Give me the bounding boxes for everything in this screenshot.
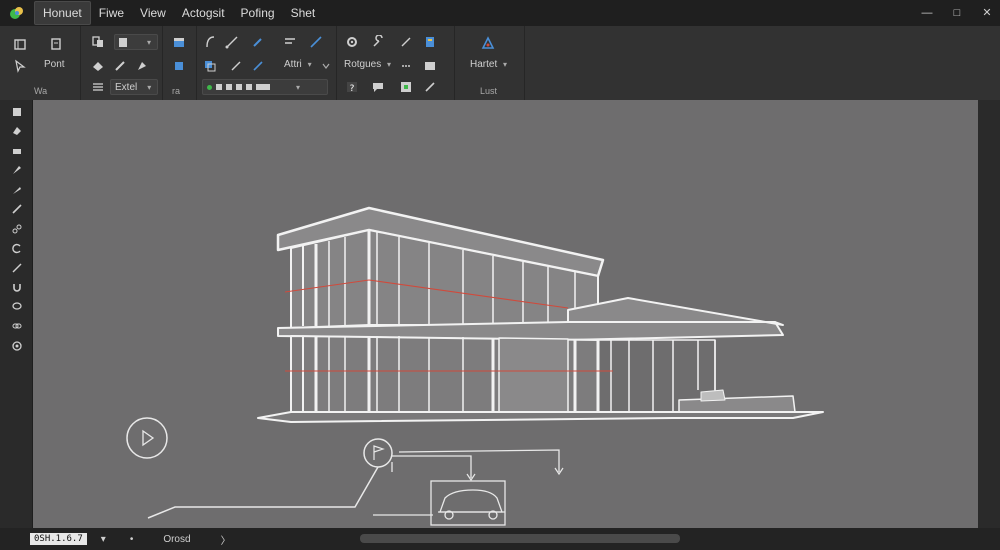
app-logo-icon[interactable] <box>0 0 34 26</box>
wrench-icon[interactable] <box>370 34 386 50</box>
copy-icon[interactable] <box>90 34 106 50</box>
menu-pofing[interactable]: Pofing <box>233 2 283 24</box>
clipboard-icon[interactable] <box>422 34 438 50</box>
tool-palette <box>0 100 33 528</box>
svg-text:?: ? <box>350 84 355 94</box>
brush-tool-icon[interactable] <box>10 163 24 177</box>
car-icon <box>438 489 505 520</box>
draw-line-icon[interactable] <box>250 58 266 74</box>
snap-toggles[interactable]: ▾ <box>202 79 328 95</box>
minimize-icon[interactable]: — <box>920 6 934 20</box>
ribbon-group-attri: Attri ▾ ▾ <box>196 26 337 100</box>
page-icon[interactable] <box>48 36 64 52</box>
horizontal-scrollbar[interactable] <box>360 534 680 543</box>
node-tool-icon[interactable] <box>10 222 24 236</box>
site-plan-annotations <box>126 417 564 526</box>
maximize-icon[interactable]: □ <box>950 6 964 20</box>
vertical-scrollbar[interactable] <box>978 100 1000 528</box>
chevron-down-icon[interactable] <box>318 58 334 74</box>
slash-icon[interactable] <box>228 58 244 74</box>
extel-label: Extel <box>115 82 138 93</box>
pen-tool-icon[interactable] <box>10 183 24 197</box>
image-icon[interactable] <box>398 79 414 95</box>
select-arrow-icon[interactable] <box>12 58 28 74</box>
coordinate-readout: 0SH.1.6.7 <box>30 533 87 545</box>
play-marker-icon[interactable] <box>126 417 168 459</box>
rotgues-label[interactable]: Rotgues ▾ <box>344 59 391 70</box>
attri-label[interactable]: Attri ▾ <box>284 59 312 70</box>
menu-actogsit[interactable]: Actogsit <box>174 2 233 24</box>
ribbon-group-lust: Hartet ▾ Lust <box>454 26 525 100</box>
measure-icon[interactable] <box>308 34 324 50</box>
calendar-icon[interactable] <box>171 34 187 50</box>
question-icon[interactable]: ? <box>344 79 360 95</box>
toggle-icon[interactable]: ▾ <box>101 534 106 545</box>
text-icon[interactable] <box>282 34 298 50</box>
line-tool-icon[interactable] <box>224 34 240 50</box>
line-tool-icon[interactable] <box>10 261 24 275</box>
ribbon-group-ra: ra <box>162 26 197 100</box>
group-label-lust: Lust <box>480 86 498 96</box>
blue-shape-icon[interactable] <box>171 58 187 74</box>
building-perspective <box>257 206 824 423</box>
status-chevron-icon[interactable]: 〉 <box>221 532 231 547</box>
triangle-icon[interactable] <box>479 34 497 52</box>
menu-view[interactable]: View <box>132 2 174 24</box>
menu-shet[interactable]: Shet <box>283 2 324 24</box>
extel-combo[interactable]: Extel ▾ <box>110 79 158 95</box>
pencil-icon[interactable] <box>112 58 128 74</box>
group-label-wa: Wa <box>34 86 48 96</box>
lasso-tool-icon[interactable] <box>10 300 24 314</box>
eyedropper-icon[interactable] <box>250 34 266 50</box>
rectangle-tool-icon[interactable] <box>10 144 24 158</box>
mode-label[interactable]: Orosd <box>163 534 190 545</box>
more-icon[interactable] <box>398 58 414 74</box>
style-combo[interactable]: ▾ <box>114 34 158 50</box>
rotate-tool-icon[interactable] <box>10 241 24 255</box>
drawing-canvas[interactable] <box>33 100 978 528</box>
menu-fiwe[interactable]: Fiwe <box>91 2 132 24</box>
eraser-tool-icon[interactable] <box>10 124 24 138</box>
list-icon[interactable] <box>90 79 106 95</box>
select-tool-icon[interactable] <box>10 105 24 119</box>
pont-label[interactable]: Pont <box>44 59 65 70</box>
panel-icon[interactable] <box>422 58 438 74</box>
close-icon[interactable]: ✕ <box>980 6 994 20</box>
gear-icon[interactable] <box>344 34 360 50</box>
pencil-tool-icon[interactable] <box>10 202 24 216</box>
window-controls: — □ ✕ <box>920 0 994 26</box>
cad-application: Honuet Fiwe View Actogsit Pofing Shet — … <box>0 0 1000 550</box>
magnet-tool-icon[interactable] <box>10 280 24 294</box>
menu-bar: Honuet Fiwe View Actogsit Pofing Shet — … <box>0 0 1000 26</box>
pen-tool-icon[interactable] <box>134 58 150 74</box>
link-tool-icon[interactable] <box>10 319 24 333</box>
paint-bucket-icon[interactable] <box>90 58 106 74</box>
hartet-label[interactable]: Hartet ▾ <box>470 59 507 70</box>
comment-icon[interactable] <box>370 79 386 95</box>
ribbon-group-extel: ▾ Extel ▾ <box>80 26 163 100</box>
target-tool-icon[interactable] <box>10 339 24 353</box>
building-drawing <box>126 206 824 526</box>
status-bar: 0SH.1.6.7 ▾ • Orosd 〉 <box>0 528 1000 550</box>
grid-icon[interactable]: • <box>130 534 134 545</box>
group-label-ra: ra <box>172 86 181 96</box>
brush-icon[interactable] <box>398 34 414 50</box>
layers-icon[interactable] <box>12 36 28 52</box>
duplicate-icon[interactable] <box>202 58 218 74</box>
flag-marker-icon[interactable] <box>363 438 393 468</box>
ribbon-group-rotgues: Rotgues ▾ ? <box>336 26 455 100</box>
ribbon-group-pont: Pont Wa <box>0 26 81 100</box>
arc-icon[interactable] <box>202 34 218 50</box>
menu-honuet[interactable]: Honuet <box>34 1 91 25</box>
edit-icon[interactable] <box>422 79 438 95</box>
ribbon-toolbar: Pont Wa ▾ Extel ▾ ra Attri ▾ ▾ Rotgues ▾… <box>0 26 1000 101</box>
